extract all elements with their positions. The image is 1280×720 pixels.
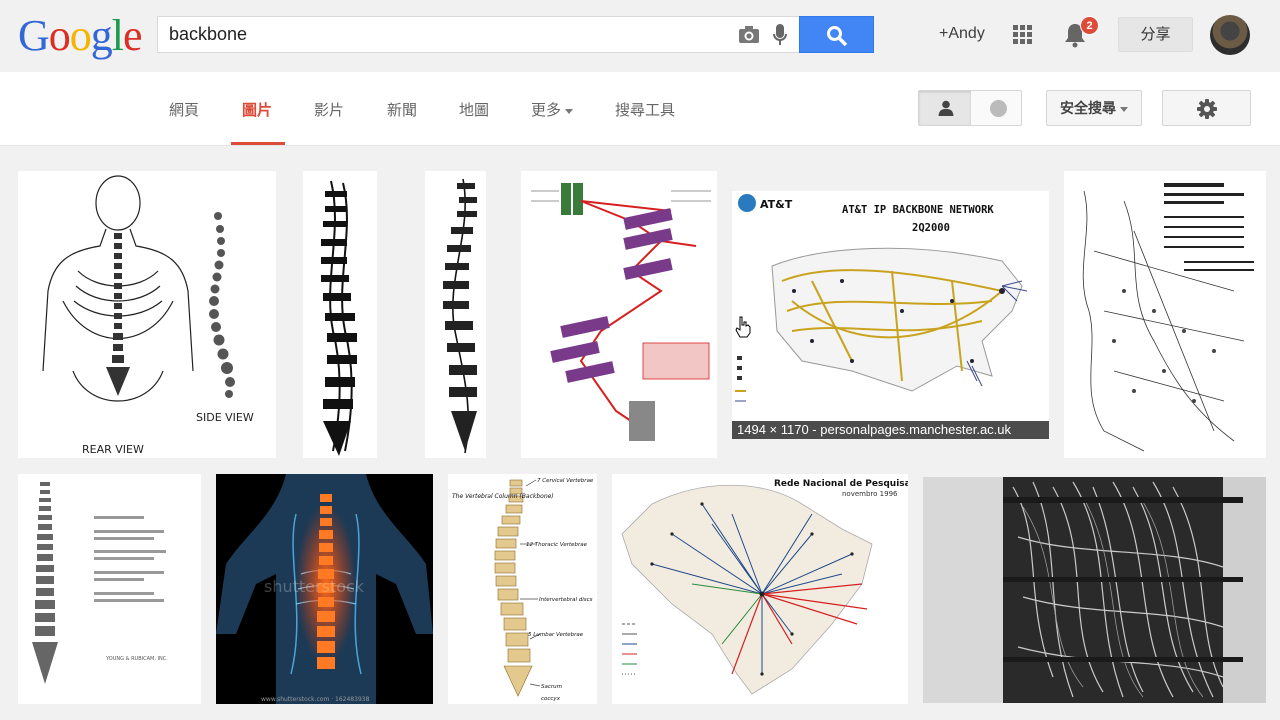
- search-input[interactable]: [158, 17, 718, 52]
- tab-more[interactable]: 更多: [531, 99, 574, 120]
- map-subtitle: novembro 1996: [842, 490, 898, 498]
- image-result[interactable]: YOUNG & RUBICAM, INC.: [18, 474, 201, 704]
- top-bar: Google +Andy 2 分享: [0, 0, 1280, 72]
- apps-grid-icon[interactable]: [1013, 25, 1033, 45]
- tab-search-tools[interactable]: 搜尋工具: [615, 99, 675, 120]
- personal-results-button[interactable]: [919, 91, 971, 125]
- image-result[interactable]: REAR VIEW SIDE VIEW: [18, 171, 276, 458]
- tab-news[interactable]: 新聞: [387, 99, 417, 120]
- mic-icon[interactable]: [772, 23, 788, 47]
- att-map-subtitle: 2Q2000: [912, 222, 950, 234]
- image-result[interactable]: Rede Nacional de Pesquisa novembro 1996: [612, 474, 908, 704]
- image-result[interactable]: shutterstock www.shutterstock.com · 1624…: [216, 474, 433, 704]
- thoracic-label: 12 Thoracic Vertebrae: [526, 542, 588, 548]
- tab-videos[interactable]: 影片: [314, 99, 344, 120]
- rear-view-label: REAR VIEW: [82, 443, 144, 456]
- cervical-label: 7 Cervical Vertebrae: [537, 478, 594, 484]
- settings-button[interactable]: [1162, 90, 1251, 126]
- globe-icon[interactable]: [990, 100, 1007, 117]
- xray-body-illustration: shutterstock www.shutterstock.com · 1624…: [216, 474, 433, 704]
- sacrum-label: Sacrum: [541, 684, 562, 690]
- vertebral-column-diagram: The Vertebral Column (Backbone) 7 Cervic…: [452, 478, 594, 702]
- user-link[interactable]: +Andy: [939, 25, 985, 43]
- network-diagram: [531, 183, 711, 441]
- tab-more-label: 更多: [531, 102, 562, 119]
- image-result[interactable]: AT&T AT&T IP BACKBONE NETWORK 2Q2000: [732, 191, 1049, 439]
- spine-drawing: [443, 178, 477, 454]
- safe-search-label: 安全搜尋: [1060, 100, 1116, 116]
- hand-cursor-icon: [735, 316, 751, 338]
- avatar[interactable]: [1210, 15, 1250, 55]
- spine-advert-illustration: YOUNG & RUBICAM, INC.: [32, 482, 168, 684]
- side-view-label: SIDE VIEW: [196, 411, 254, 424]
- chevron-down-icon: [1120, 106, 1128, 112]
- safe-search-dropdown[interactable]: 安全搜尋: [1046, 90, 1142, 126]
- google-logo[interactable]: Google: [18, 14, 143, 58]
- tab-maps[interactable]: 地圖: [459, 99, 489, 120]
- att-logo-label: AT&T: [760, 198, 793, 211]
- tab-images[interactable]: 圖片: [242, 99, 272, 120]
- magnifier-icon: [827, 26, 848, 47]
- discs-label: Intervertebral discs: [539, 597, 593, 603]
- camera-icon[interactable]: [738, 25, 760, 45]
- advert-footer-label: YOUNG & RUBICAM, INC.: [105, 656, 168, 662]
- lumbar-label: 5 Lumbar Vertebrae: [528, 632, 584, 638]
- personal-results-toggle: [918, 90, 1022, 126]
- image-result[interactable]: [923, 477, 1266, 703]
- coccyx-label: coccyx: [541, 696, 561, 702]
- image-result[interactable]: [521, 171, 717, 458]
- search-button[interactable]: [799, 16, 874, 53]
- share-button[interactable]: 分享: [1118, 17, 1193, 52]
- image-result[interactable]: The Vertebral Column (Backbone) 7 Cervic…: [448, 474, 597, 704]
- notification-badge[interactable]: 2: [1080, 16, 1099, 35]
- hover-caption: 1494 × 1170 - personalpages.manchester.a…: [732, 421, 1049, 439]
- diagram-title: The Vertebral Column (Backbone): [452, 493, 554, 500]
- gear-icon: [1197, 99, 1217, 119]
- att-backbone-map: AT&T AT&T IP BACKBONE NETWORK 2Q2000: [735, 194, 1028, 402]
- image-result[interactable]: [1064, 171, 1266, 458]
- uk-radio-links-map: [1082, 183, 1254, 452]
- chevron-down-icon: [565, 108, 574, 114]
- brazil-network-map: Rede Nacional de Pesquisa novembro 1996: [621, 479, 908, 695]
- tab-web[interactable]: 網頁: [169, 99, 199, 120]
- att-map-title: AT&T IP BACKBONE NETWORK: [842, 204, 994, 216]
- spine-side-illustration: [321, 180, 357, 456]
- active-tab-indicator: [231, 142, 285, 145]
- spine-rear-side-illustration: REAR VIEW SIDE VIEW: [42, 175, 254, 456]
- person-icon: [938, 100, 954, 116]
- search-box: [157, 16, 799, 53]
- nav-bar: 網頁 圖片 影片 新聞 地圖 更多 搜尋工具 安全搜尋: [0, 72, 1280, 146]
- watermark: shutterstock: [264, 577, 365, 596]
- image-result[interactable]: [303, 171, 377, 458]
- image-result[interactable]: [425, 171, 486, 458]
- stock-credit: www.shutterstock.com · 162483938: [261, 696, 370, 703]
- server-rack-photo: [923, 477, 1266, 703]
- map-title: Rede Nacional de Pesquisa: [774, 479, 908, 489]
